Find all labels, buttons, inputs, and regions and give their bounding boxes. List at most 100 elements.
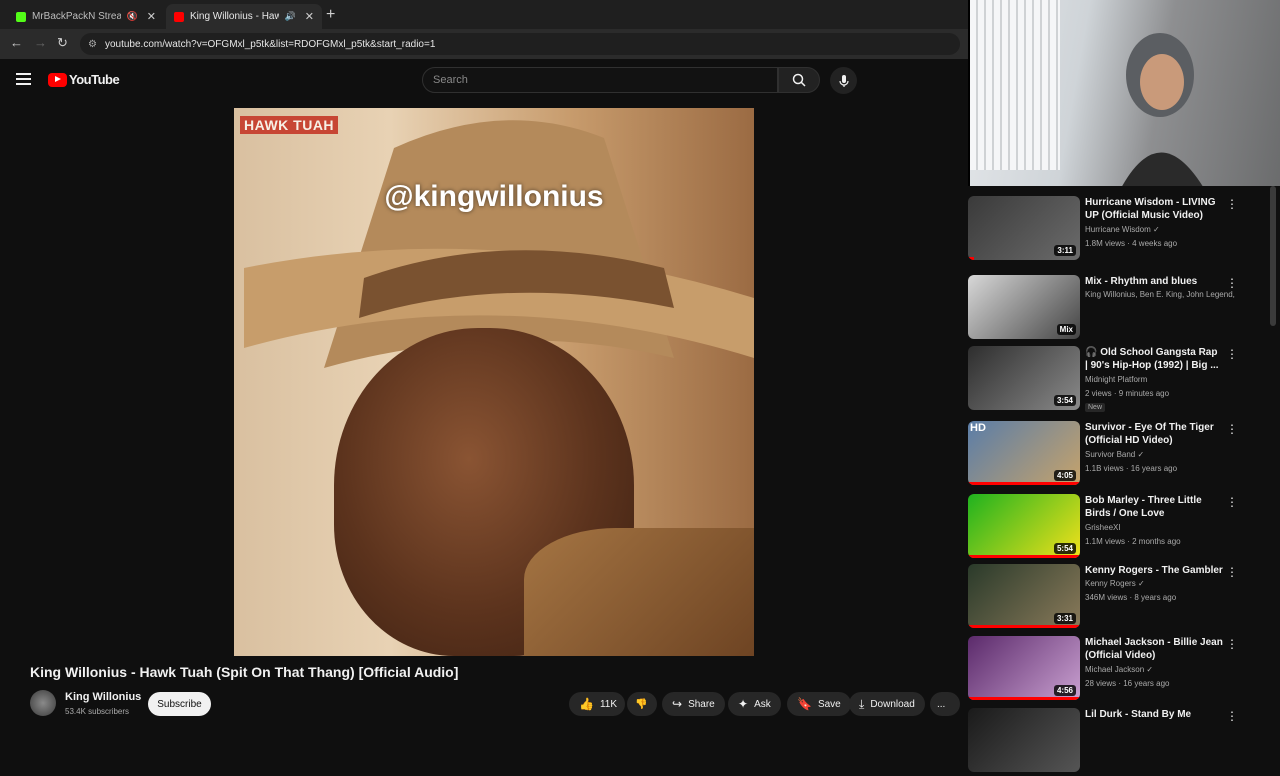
sidebar-scrollbar[interactable]	[1270, 186, 1276, 326]
watch-progress-bar	[968, 257, 974, 260]
new-tab-button[interactable]: +	[326, 6, 335, 24]
related-video-title[interactable]: Kenny Rogers - The Gambler	[1085, 564, 1223, 577]
view-count-and-age: 1.1B views · 16 years ago	[1085, 464, 1178, 473]
video-player[interactable]: HAWK TUAH @kingwillonius	[234, 108, 754, 656]
related-channel-name[interactable]: King Willonius, Ben E. King, John Legend…	[1085, 290, 1235, 299]
close-tab-icon[interactable]: ✕	[305, 10, 314, 23]
logo-wordmark: YouTube	[69, 72, 120, 87]
dislike-button[interactable]: 👎	[627, 692, 657, 716]
related-video-item[interactable]: HD 4:05 Survivor - Eye Of The Tiger (Offic…	[968, 421, 1268, 489]
related-video-item[interactable]: Mix Mix - Rhythm and blues King Willonius,…	[968, 275, 1268, 343]
more-options-icon[interactable]: ⋮	[1226, 566, 1238, 578]
video-thumbnail[interactable]: 5:54	[968, 494, 1080, 558]
watch-progress-bar	[968, 482, 1080, 485]
duration-badge: 4:05	[1053, 470, 1076, 481]
verified-check-icon: ✓	[1153, 225, 1160, 234]
like-button[interactable]: 👍 11K	[569, 692, 625, 716]
channel-avatar[interactable]	[30, 690, 56, 716]
video-title: King Willonius - Hawk Tuah (Spit On That…	[30, 664, 459, 680]
view-count-and-age: 28 views · 16 years ago	[1085, 679, 1170, 688]
search-button[interactable]	[778, 67, 820, 93]
related-video-title[interactable]: Hurricane Wisdom - LIVING UP (Official M…	[1085, 196, 1223, 222]
more-actions-button[interactable]: ...	[930, 692, 960, 716]
site-info-icon[interactable]: ⚙	[88, 39, 97, 50]
ask-button[interactable]: ✦ Ask	[728, 692, 781, 716]
related-channel-name[interactable]: GrisheeXI	[1085, 523, 1235, 532]
video-thumbnail[interactable]: 3:54	[968, 346, 1080, 410]
search-placeholder: Search	[433, 74, 468, 86]
duration-badge: 4:56	[1053, 685, 1076, 696]
streamer-webcam	[968, 0, 1280, 186]
channel-name[interactable]: King Willonius	[65, 691, 141, 703]
share-button[interactable]: ↪ Share	[662, 692, 725, 716]
close-tab-icon[interactable]: ✕	[147, 10, 156, 23]
related-video-item[interactable]: Lil Durk - Stand By Me ⋮	[968, 708, 1268, 776]
album-badge: HAWK TUAH	[240, 116, 339, 134]
hd-badge: HD	[970, 422, 986, 434]
video-thumbnail[interactable]: 3:31	[968, 564, 1080, 628]
more-dots-icon: ...	[937, 698, 946, 710]
voice-search-button[interactable]	[830, 67, 857, 94]
more-options-icon[interactable]: ⋮	[1226, 277, 1238, 289]
video-thumbnail[interactable]: 3:11	[968, 196, 1080, 260]
tab-mrbackpackn-stream[interactable]: MrBackPackN Stream - Wa 🔇 ✕	[8, 4, 164, 29]
video-thumbnail[interactable]: 4:56	[968, 636, 1080, 700]
related-channel-name[interactable]: Hurricane Wisdom ✓	[1085, 225, 1235, 234]
download-label: Download	[870, 698, 915, 710]
watch-progress-bar	[968, 625, 1080, 628]
more-options-icon[interactable]: ⋮	[1226, 638, 1238, 650]
thumbs-up-icon: 👍	[579, 697, 594, 711]
related-channel-name[interactable]: Midnight Platform	[1085, 375, 1235, 384]
related-video-item[interactable]: 3:31 Kenny Rogers - The Gambler Kenny Roge…	[968, 564, 1268, 632]
related-videos-list: 3:11 Hurricane Wisdom - LIVING UP (Offici…	[968, 186, 1280, 772]
forward-arrow-icon[interactable]: →	[34, 35, 47, 50]
search-icon	[792, 73, 806, 87]
microphone-icon	[838, 74, 849, 87]
url-field[interactable]: ⚙ youtube.com/watch?v=OFGMxl_p5tk&list=R…	[80, 33, 960, 55]
related-video-item[interactable]: 3:54 🎧 Old School Gangsta Rap | 90's Hip-…	[968, 346, 1268, 414]
related-video-item[interactable]: 5:54 Bob Marley - Three Little Birds / On…	[968, 494, 1268, 562]
url-text: youtube.com/watch?v=OFGMxl_p5tk&list=RDO…	[104, 38, 436, 50]
tab-king-willonius[interactable]: King Willonius - Hawk Tuah 🔊 ✕	[166, 4, 322, 29]
video-thumbnail[interactable]: HD 4:05	[968, 421, 1080, 485]
more-options-icon[interactable]: ⋮	[1226, 496, 1238, 508]
related-video-title[interactable]: Survivor - Eye Of The Tiger (Official HD…	[1085, 421, 1223, 447]
related-video-title[interactable]: Bob Marley - Three Little Birds / One Lo…	[1085, 494, 1223, 520]
view-count-and-age: 346M views · 8 years ago	[1085, 593, 1177, 602]
verified-check-icon: ✓	[1146, 665, 1154, 674]
related-video-item[interactable]: 4:56 Michael Jackson - Billie Jean (Offic…	[968, 636, 1268, 704]
video-thumbnail[interactable]: Mix	[968, 275, 1080, 339]
related-video-title[interactable]: Michael Jackson - Billie Jean (Official …	[1085, 636, 1223, 662]
related-channel-name[interactable]: Michael Jackson ✓	[1085, 665, 1235, 674]
hamburger-menu-icon[interactable]	[16, 73, 31, 85]
speaker-icon[interactable]: 🔊	[285, 11, 296, 22]
reload-icon[interactable]: ↻	[57, 35, 68, 51]
related-video-title[interactable]: Mix - Rhythm and blues	[1085, 275, 1223, 288]
watch-progress-bar	[968, 555, 1080, 558]
more-options-icon[interactable]: ⋮	[1226, 423, 1238, 435]
subscribe-button[interactable]: Subscribe	[148, 692, 211, 716]
like-count: 11K	[599, 698, 618, 710]
youtube-play-icon	[48, 72, 67, 87]
save-button[interactable]: 🔖 Save	[787, 692, 851, 716]
more-options-icon[interactable]: ⋮	[1226, 710, 1238, 722]
tab-title: MrBackPackN Stream - Wa	[32, 11, 121, 22]
related-video-title[interactable]: 🎧 Old School Gangsta Rap | 90's Hip-Hop …	[1085, 346, 1223, 372]
video-thumbnail[interactable]	[968, 708, 1080, 772]
new-badge: New	[1085, 403, 1106, 412]
youtube-logo[interactable]: YouTube	[48, 72, 120, 87]
coat-illustration	[524, 528, 754, 656]
related-channel-name[interactable]: Survivor Band ✓	[1085, 450, 1235, 459]
more-options-icon[interactable]: ⋮	[1226, 198, 1238, 210]
more-options-icon[interactable]: ⋮	[1226, 348, 1238, 360]
back-arrow-icon[interactable]: ←	[10, 35, 23, 50]
related-video-title[interactable]: Lil Durk - Stand By Me	[1085, 708, 1223, 721]
window-blinds	[970, 0, 1060, 170]
download-button[interactable]: ⤓ Download	[849, 692, 925, 716]
related-video-item[interactable]: 3:11 Hurricane Wisdom - LIVING UP (Offici…	[968, 196, 1268, 264]
share-label: Share	[688, 698, 715, 710]
youtube-favicon-icon	[174, 11, 184, 22]
search-input[interactable]: Search	[422, 67, 778, 93]
muted-speaker-icon[interactable]: 🔇	[127, 11, 138, 22]
related-channel-name[interactable]: Kenny Rogers ✓	[1085, 579, 1235, 588]
